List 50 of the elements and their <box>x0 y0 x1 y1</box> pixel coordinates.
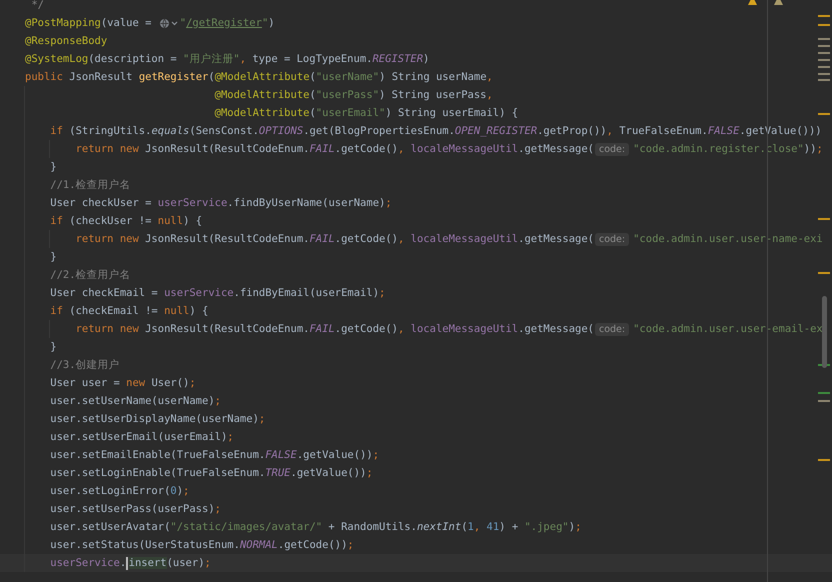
code-line: } <box>50 160 57 175</box>
error-stripe-mark[interactable] <box>818 15 830 17</box>
code-line: if (StringUtils.equals(SensConst.OPTIONS.get(BlogPropertiesEnum.OPEN_REGISTER.getProp()), TrueFalseEnum.FALSE.getValue())) <box>50 124 822 139</box>
code-line: User checkUser = userService.findByUserName(userName); <box>50 196 392 211</box>
error-stripe-mark[interactable] <box>818 392 830 394</box>
code-line: } <box>50 340 57 355</box>
error-stripe-mark[interactable] <box>818 79 830 81</box>
code-line: //3.创建用户 <box>50 358 120 373</box>
code-line: user.setLoginEnable(TrueFalseEnum.TRUE.getValue()); <box>50 466 373 481</box>
code-line: @ResponseBody <box>25 34 108 49</box>
code-line: user.setUserEmail(userEmail); <box>50 430 234 445</box>
code-line: user.setUserName(userName); <box>50 394 221 409</box>
scrollbar-thumb[interactable] <box>822 296 827 368</box>
code-line: */ <box>31 0 44 13</box>
code-line: User user = new User(); <box>50 376 196 391</box>
code-line: if (checkEmail != null) { <box>50 304 208 319</box>
code-line: user.setEmailEnable(TrueFalseEnum.FALSE.getValue()); <box>50 448 380 463</box>
error-stripe-mark[interactable] <box>818 38 830 40</box>
error-stripe-mark[interactable] <box>818 218 830 220</box>
code-line: userService. insert(user); <box>50 556 211 572</box>
code-line: return new JsonResult(ResultCodeEnum.FAIL.getCode(), localeMessageUtil.getMessage( code: "code.admin.register.close")); <box>76 142 823 158</box>
error-stripe-mark[interactable] <box>818 272 830 274</box>
code-line: //1.检查用户名 <box>50 178 131 193</box>
code-fragment: @PostMapping(value = <box>25 16 152 31</box>
code-line: user.setUserAvatar("/static/images/avatar/" + RandomUtils.nextInt(1, 41) + ".jpeg"); <box>50 520 582 535</box>
error-stripe-mark[interactable] <box>818 52 830 54</box>
code-line: public JsonResult getRegister(@ModelAttribute("userName") String userName, <box>25 70 493 85</box>
code-line: User checkEmail = userService.findByEmail(userEmail); <box>50 286 386 301</box>
code-line: } <box>50 250 57 265</box>
error-stripe-mark[interactable] <box>818 24 830 26</box>
code-line: @ModelAttribute("userPass") String userPass, <box>214 88 493 103</box>
code-line: @SystemLog(description = "用户注册", type = LogTypeEnum.REGISTER) <box>25 52 430 67</box>
error-stripe-mark[interactable] <box>818 459 830 461</box>
globe-chevron-icon[interactable] <box>158 18 179 28</box>
code-line: user.setUserPass(userPass); <box>50 502 221 517</box>
code-fragment: "/getRegister") <box>180 16 275 31</box>
error-stripe-mark[interactable] <box>818 73 830 75</box>
error-stripe-mark[interactable] <box>818 45 830 47</box>
code-line: user.setStatus(UserStatusEnum.NORMAL.getCode()); <box>50 538 354 553</box>
error-stripe-mark[interactable] <box>818 113 830 115</box>
code-line: //2.检查用户名 <box>50 268 131 283</box>
error-stripe-mark[interactable] <box>818 66 830 68</box>
code-line: user.setLoginError(0); <box>50 484 190 499</box>
error-stripe-mark[interactable] <box>818 400 830 402</box>
code-line: if (checkUser != null) { <box>50 214 202 229</box>
code-line: user.setUserDisplayName(userName); <box>50 412 266 427</box>
code-line: @ModelAttribute("userEmail") String userEmail) { <box>214 106 518 121</box>
code-line: return new JsonResult(ResultCodeEnum.FAIL.getCode(), localeMessageUtil.getMessage( code: "code.admin.user.user-email-ex <box>76 322 823 338</box>
code-line: return new JsonResult(ResultCodeEnum.FAIL.getCode(), localeMessageUtil.getMessage( code: "code.admin.user.user-name-exi <box>76 232 823 248</box>
error-stripe-mark[interactable] <box>818 59 830 61</box>
